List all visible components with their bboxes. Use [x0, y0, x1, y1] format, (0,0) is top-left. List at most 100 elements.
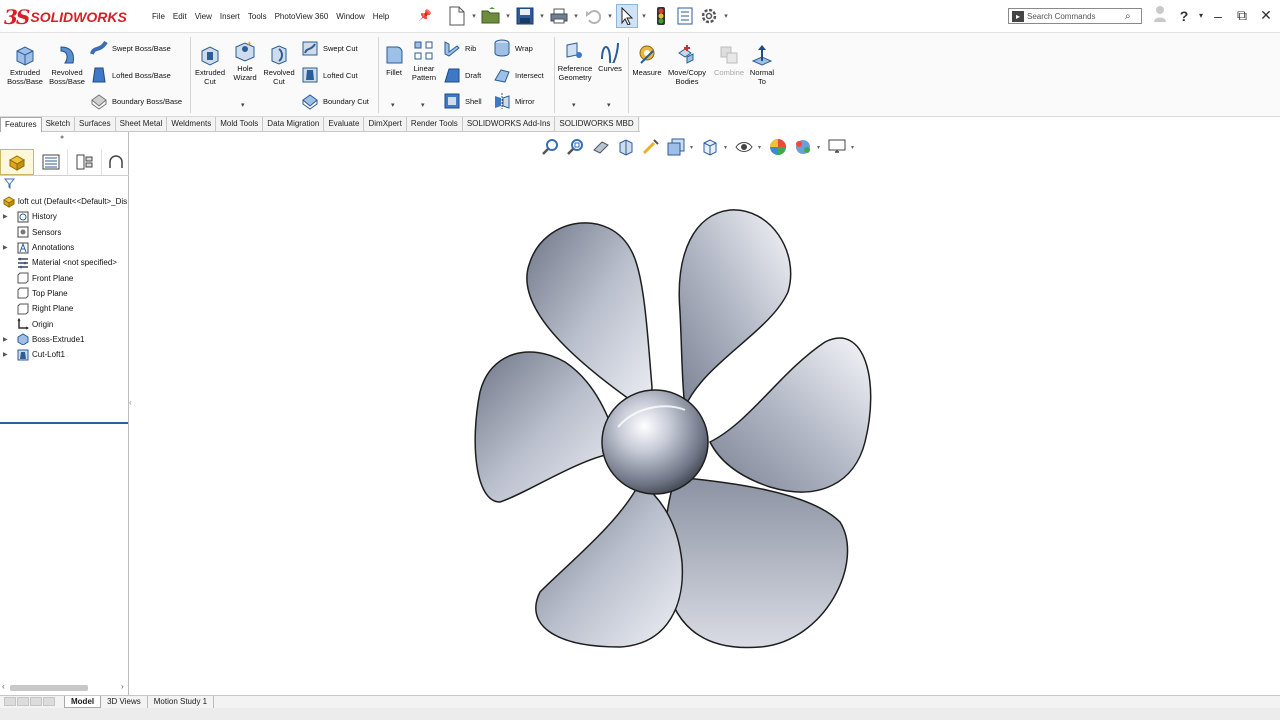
rib-button[interactable]: Rib — [443, 39, 476, 57]
expand-icon[interactable]: ▶ — [3, 244, 11, 251]
curves-button[interactable]: Curves — [596, 39, 624, 74]
tree-item-annotations[interactable]: ▶ Annotations — [0, 240, 129, 255]
wrap-button[interactable]: Wrap — [493, 39, 533, 57]
tree-item-history[interactable]: ▶ History — [0, 209, 129, 224]
zoom-to-area-icon[interactable] — [565, 136, 587, 158]
menu-tools[interactable]: Tools — [244, 10, 271, 23]
draft-button[interactable]: Draft — [443, 66, 481, 84]
tree-item-right-plane[interactable]: Right Plane — [0, 301, 129, 316]
extruded-boss-button[interactable]: Extruded Boss/Base — [6, 43, 44, 86]
swept-boss-button[interactable]: Swept Boss/Base — [90, 39, 171, 57]
tree-item-material[interactable]: Material <not specified> — [0, 255, 129, 270]
apply-scene-dropdown-icon[interactable]: ▾ — [817, 144, 823, 151]
help-icon[interactable]: ? — [1172, 8, 1196, 24]
rollback-bar[interactable] — [0, 422, 128, 424]
help-dropdown-icon[interactable]: ▾ — [1196, 11, 1206, 20]
zoom-to-fit-icon[interactable] — [540, 136, 562, 158]
linear-pattern-button[interactable]: Linear Pattern — [408, 39, 440, 82]
print-dropdown-icon[interactable]: ▾ — [572, 12, 580, 20]
tab-surfaces[interactable]: Surfaces — [75, 117, 116, 132]
restore-icon[interactable]: ⧉ — [1230, 7, 1254, 24]
close-icon[interactable]: ✕ — [1254, 7, 1278, 24]
property-manager-tab[interactable] — [34, 148, 68, 175]
minimize-icon[interactable]: – — [1206, 8, 1230, 24]
menu-file[interactable]: File — [148, 10, 169, 23]
view-orientation-icon[interactable] — [665, 136, 687, 158]
boundary-boss-button[interactable]: Boundary Boss/Base — [90, 92, 182, 110]
graphics-area[interactable] — [130, 132, 1280, 696]
dynamic-annotation-icon[interactable] — [640, 136, 662, 158]
view-settings-dropdown-icon[interactable]: ▾ — [851, 144, 857, 151]
options-dropdown-icon[interactable]: ▾ — [722, 12, 730, 20]
revolved-boss-button[interactable]: Revolved Boss/Base — [48, 43, 86, 86]
print-icon[interactable] — [548, 4, 570, 28]
tab-scroll-buttons[interactable] — [4, 696, 64, 708]
tab-3d-views[interactable]: 3D Views — [101, 696, 148, 708]
tree-root-part[interactable]: loft cut (Default<<Default>_Dis — [0, 194, 129, 209]
new-document-icon[interactable] — [446, 4, 468, 28]
panel-grip-icon[interactable]: ● — [60, 134, 64, 141]
lofted-cut-button[interactable]: Lofted Cut — [301, 66, 358, 84]
solidworks-logo[interactable]: 3S SOLIDWORKS — [4, 4, 127, 30]
search-commands-box[interactable]: ▸ Search Commands ⌕ — [1008, 8, 1142, 24]
scroll-right-icon[interactable]: › — [121, 682, 124, 691]
apply-scene-icon[interactable] — [792, 136, 814, 158]
tab-solidworks-addins[interactable]: SOLIDWORKS Add-Ins — [463, 117, 556, 132]
menu-view[interactable]: View — [191, 10, 216, 23]
tab-dimxpert[interactable]: DimXpert — [364, 117, 407, 132]
pin-menu-icon[interactable]: 📌 — [418, 9, 432, 22]
revolved-cut-button[interactable]: Revolved Cut — [262, 43, 296, 86]
open-icon[interactable] — [480, 4, 502, 28]
scrollbar-thumb[interactable] — [10, 685, 88, 691]
fillet-button[interactable]: Fillet — [380, 43, 408, 78]
tab-render-tools[interactable]: Render Tools — [407, 117, 463, 132]
tab-sketch[interactable]: Sketch — [42, 117, 76, 132]
intersect-button[interactable]: Intersect — [493, 66, 544, 84]
reference-geometry-button[interactable]: Reference Geometry — [556, 39, 594, 82]
swept-cut-button[interactable]: Swept Cut — [301, 39, 358, 57]
panel-horizontal-scrollbar[interactable]: ‹ › — [0, 682, 129, 694]
menu-photoview[interactable]: PhotoView 360 — [271, 10, 333, 23]
normal-to-button[interactable]: Normal To — [746, 43, 778, 86]
options-gear-icon[interactable] — [698, 4, 720, 28]
search-icon[interactable]: ⌕ — [1125, 11, 1141, 22]
new-dropdown-icon[interactable]: ▾ — [470, 12, 478, 20]
tab-mold-tools[interactable]: Mold Tools — [216, 117, 264, 132]
save-icon[interactable] — [514, 4, 536, 28]
search-commands-input[interactable]: Search Commands — [1027, 12, 1125, 21]
tab-sheet-metal[interactable]: Sheet Metal — [116, 117, 168, 132]
tree-item-cut-loft[interactable]: ▶ Cut-Loft1 — [0, 347, 129, 362]
tab-model[interactable]: Model — [64, 696, 102, 708]
hide-show-dropdown-icon[interactable]: ▾ — [758, 144, 764, 151]
expand-icon[interactable]: ▶ — [3, 213, 11, 220]
hole-wizard-dropdown-icon[interactable]: ▾ — [241, 101, 245, 109]
extruded-cut-button[interactable]: Extruded Cut — [192, 43, 228, 86]
open-dropdown-icon[interactable]: ▾ — [504, 12, 512, 20]
select-dropdown-icon[interactable]: ▾ — [640, 12, 648, 20]
tree-item-front-plane[interactable]: Front Plane — [0, 270, 129, 285]
rebuild-icon[interactable] — [650, 4, 672, 28]
menu-insert[interactable]: Insert — [216, 10, 244, 23]
dimxpert-manager-tab[interactable] — [102, 149, 129, 175]
expand-icon[interactable]: ▶ — [3, 336, 11, 343]
scroll-left-icon[interactable]: ‹ — [2, 682, 5, 691]
tab-motion-study[interactable]: Motion Study 1 — [148, 696, 215, 708]
tab-data-migration[interactable]: Data Migration — [263, 117, 325, 132]
boundary-cut-button[interactable]: Boundary Cut — [301, 92, 369, 110]
tab-solidworks-mbd[interactable]: SOLIDWORKS MBD — [555, 117, 639, 132]
lofted-boss-button[interactable]: Lofted Boss/Base — [90, 66, 171, 84]
expand-icon[interactable]: ▶ — [3, 351, 11, 358]
tab-evaluate[interactable]: Evaluate — [324, 117, 365, 132]
move-copy-bodies-button[interactable]: Move/Copy Bodies — [664, 43, 710, 86]
curves-dropdown-icon[interactable]: ▾ — [607, 101, 611, 109]
view-orientation-dropdown-icon[interactable]: ▾ — [690, 144, 696, 151]
section-view-icon[interactable] — [615, 136, 637, 158]
configuration-manager-tab[interactable] — [68, 148, 102, 175]
menu-help[interactable]: Help — [369, 10, 393, 23]
menu-window[interactable]: Window — [332, 10, 368, 23]
view-settings-icon[interactable] — [826, 136, 848, 158]
tree-item-boss-extrude[interactable]: ▶ Boss-Extrude1 — [0, 332, 129, 347]
display-style-dropdown-icon[interactable]: ▾ — [724, 144, 730, 151]
fillet-dropdown-icon[interactable]: ▾ — [391, 101, 395, 109]
measure-button[interactable]: Measure — [630, 43, 664, 78]
